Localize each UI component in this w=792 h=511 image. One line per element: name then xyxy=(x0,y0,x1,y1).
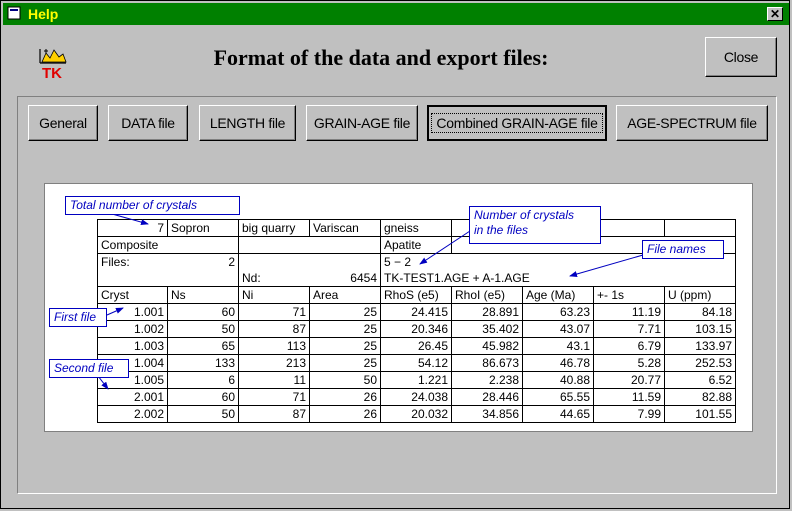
callout-arrows xyxy=(94,211,644,390)
callout-number-of-crystals: Number of crystals in the files xyxy=(469,206,601,244)
window-icon[interactable] xyxy=(7,6,21,20)
tab-length-file[interactable]: LENGTH file xyxy=(199,105,296,141)
callout-line: Number of crystals xyxy=(474,208,575,222)
tab-label: GRAIN-AGE file xyxy=(313,115,411,131)
close-button[interactable]: Close xyxy=(705,37,777,77)
example-sheet: 7 Sopron big quarry Variscan gneiss Comp… xyxy=(44,183,753,432)
window-close-button[interactable]: ✕ xyxy=(767,7,783,21)
callout-second-file: Second file xyxy=(49,359,129,378)
tab-combined-grain-age-file[interactable]: Combined GRAIN-AGE file xyxy=(427,105,607,141)
help-window: Help ✕ TK Format of the data and export … xyxy=(0,0,790,509)
tab-grain-age-file[interactable]: GRAIN-AGE file xyxy=(306,105,418,141)
tab-label: DATA file xyxy=(121,115,175,131)
tab-label: LENGTH file xyxy=(209,115,286,131)
tab-general[interactable]: General xyxy=(28,105,98,141)
callout-file-names: File names xyxy=(642,240,724,259)
callout-line: in the files xyxy=(474,223,529,237)
tab-label: Combined GRAIN-AGE file xyxy=(431,113,603,133)
page-heading: Format of the data and export files: xyxy=(213,45,549,70)
callout-first-file: First file xyxy=(49,308,107,327)
tab-data-file[interactable]: DATA file xyxy=(108,105,188,141)
window-title: Help xyxy=(28,6,59,22)
title-bar: Help ✕ xyxy=(3,3,789,25)
tab-label: AGE-SPECTRUM file xyxy=(627,115,757,131)
callout-total-crystals: Total number of crystals xyxy=(65,196,240,215)
tab-age-spectrum-file[interactable]: AGE-SPECTRUM file xyxy=(616,105,768,141)
tab-label: General xyxy=(39,115,87,131)
